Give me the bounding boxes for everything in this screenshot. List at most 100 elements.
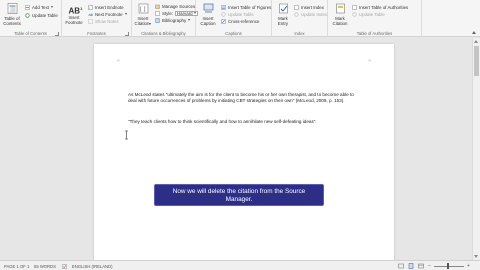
next-footnote-icon: ab (89, 12, 94, 17)
style-selector[interactable]: Style: Harvard (155, 10, 198, 16)
insert-index-icon (294, 4, 299, 10)
collapse-ribbon-icon[interactable] (472, 31, 476, 34)
captions-group-label: Captions (225, 31, 242, 36)
captions-update-table-button[interactable]: Update Table (221, 11, 254, 17)
mark-citation-button[interactable]: Mark Citation (331, 3, 349, 26)
footnote-icon: AB1 (68, 6, 83, 16)
insert-citation-icon: [ ] (138, 3, 148, 14)
bibliography-button[interactable]: Bibliography (155, 17, 191, 23)
scroll-down-arrow-icon[interactable] (474, 255, 478, 258)
insert-table-of-figures-label: Insert Table of Figures (228, 4, 272, 10)
zoom-out-button[interactable]: − (428, 263, 431, 269)
add-text-label: Add Text (32, 4, 50, 10)
citations-group-label: Citations & Bibliography (141, 31, 186, 36)
web-layout-icon[interactable] (418, 263, 424, 269)
proofing-icon[interactable] (62, 263, 67, 269)
language-indicator[interactable]: ENGLISH (IRELAND) (72, 264, 113, 269)
svg-text:ab: ab (89, 12, 94, 17)
insert-endnote-label: Insert Endnote (95, 4, 124, 10)
show-notes-icon (88, 18, 93, 24)
cross-reference-button[interactable]: Cross-reference (221, 18, 259, 24)
insert-caption-icon (203, 3, 213, 13)
status-bar: PAGE 1 OF 1 55 WORDS ENGLISH (IRELAND) −… (0, 260, 480, 270)
margin-corner-mark (117, 59, 120, 62)
update-index-label: Update Index (301, 11, 328, 17)
cross-reference-label: Cross-reference (228, 18, 260, 24)
index-group: Mark Entry Insert Index Update Index Ind… (272, 0, 328, 37)
update-index-button[interactable]: Update Index (294, 11, 327, 17)
bibliography-icon (155, 17, 160, 23)
table-of-authorities-icon (352, 4, 357, 10)
endnote-icon: i (88, 4, 93, 10)
manage-sources-icon (155, 4, 160, 9)
add-text-button[interactable]: Add Text (25, 4, 54, 10)
index-group-label: Index (294, 31, 305, 36)
update-table-label: Update Table (32, 12, 58, 18)
add-text-icon (25, 4, 30, 10)
margin-corner-mark (368, 59, 371, 62)
table-of-contents-button[interactable]: Table of Contents (2, 3, 22, 26)
table-of-figures-icon (221, 4, 226, 10)
update-table-button[interactable]: Update Table (25, 12, 58, 18)
bibliography-label: Bibliography (162, 17, 187, 23)
print-layout-icon[interactable] (408, 263, 414, 269)
insert-caption-label: Insert Caption (200, 16, 216, 26)
read-mode-icon[interactable] (398, 263, 404, 269)
style-icon (155, 10, 160, 16)
zoom-slider[interactable] (434, 265, 464, 267)
document-area: As McLeod states "ultimately the aim is … (0, 38, 480, 266)
document-page[interactable]: As McLeod states "ultimately the aim is … (94, 44, 394, 266)
toa-update-table-button[interactable]: Update Table (352, 11, 385, 17)
document-paragraph[interactable]: "They teach clients how to think scienti… (128, 119, 360, 125)
captions-update-table-label: Update Table (228, 11, 254, 17)
insert-table-of-authorities-button[interactable]: Insert Table of Authorities (352, 4, 408, 10)
toc-group-label: Table of Contents (14, 31, 47, 36)
scroll-up-arrow-icon[interactable] (474, 40, 478, 43)
document-paragraph[interactable]: As McLeod states "ultimately the aim is … (128, 92, 360, 104)
insert-footnote-label: Insert Footnote (65, 15, 83, 25)
toc-launcher-icon[interactable] (55, 32, 59, 36)
text-cursor-icon (125, 130, 128, 140)
toa-group-label: Table of Authorities (356, 31, 393, 36)
citations-group: [ ] Insert Citation Manage Sources Style… (132, 0, 198, 37)
style-label: Style: (162, 10, 173, 16)
show-notes-button[interactable]: Show Notes (88, 18, 119, 24)
manage-sources-button[interactable]: Manage Sources (155, 3, 195, 9)
chevron-down-icon (188, 19, 191, 21)
toa-group: Mark Citation Insert Table of Authoritie… (328, 0, 422, 37)
refresh-icon (294, 11, 299, 17)
insert-citation-button[interactable]: [ ] Insert Citation (133, 3, 153, 26)
toc-group: Table of Contents Add Text Update Table … (0, 0, 62, 37)
insert-index-label: Insert Index (301, 4, 324, 10)
mark-citation-label: Mark Citation (332, 16, 348, 26)
zoom-slider-thumb[interactable] (447, 263, 449, 269)
table-of-contents-icon (7, 3, 17, 14)
word-count[interactable]: 55 WORDS (34, 264, 56, 269)
page-count[interactable]: PAGE 1 OF 1 (4, 264, 29, 269)
scrollbar-thumb[interactable] (474, 46, 479, 76)
insert-endnote-button[interactable]: i Insert Endnote (88, 4, 124, 10)
insert-table-of-authorities-label: Insert Table of Authorities (359, 4, 409, 10)
toa-update-table-label: Update Table (359, 11, 385, 17)
insert-citation-label: Insert Citation (134, 16, 150, 26)
footnotes-launcher-icon[interactable] (125, 32, 129, 36)
footnotes-group: AB1 Insert Footnote i Insert Endnote ab … (62, 0, 132, 37)
insert-footnote-button[interactable]: AB1 Insert Footnote (64, 3, 84, 25)
mark-entry-button[interactable]: Mark Entry (275, 3, 291, 26)
insert-table-of-figures-button[interactable]: Insert Table of Figures (221, 4, 271, 10)
cross-reference-icon (221, 18, 226, 24)
next-footnote-button[interactable]: ab Next Footnote (88, 11, 127, 17)
insert-index-button[interactable]: Insert Index (294, 4, 324, 10)
style-dropdown[interactable]: Harvard (174, 10, 198, 16)
mark-entry-icon (278, 3, 288, 14)
insert-caption-button[interactable]: Insert Caption (198, 3, 218, 26)
chevron-down-icon (149, 23, 152, 25)
style-value: Harvard (176, 10, 193, 16)
vertical-scrollbar[interactable] (472, 38, 480, 260)
show-notes-label: Show Notes (95, 18, 119, 24)
zoom-in-button[interactable]: + (467, 263, 470, 269)
refresh-icon (25, 12, 30, 18)
chevron-down-icon (124, 13, 127, 15)
mark-entry-label: Mark Entry (277, 16, 289, 26)
svg-text:[ ]: [ ] (140, 7, 146, 13)
